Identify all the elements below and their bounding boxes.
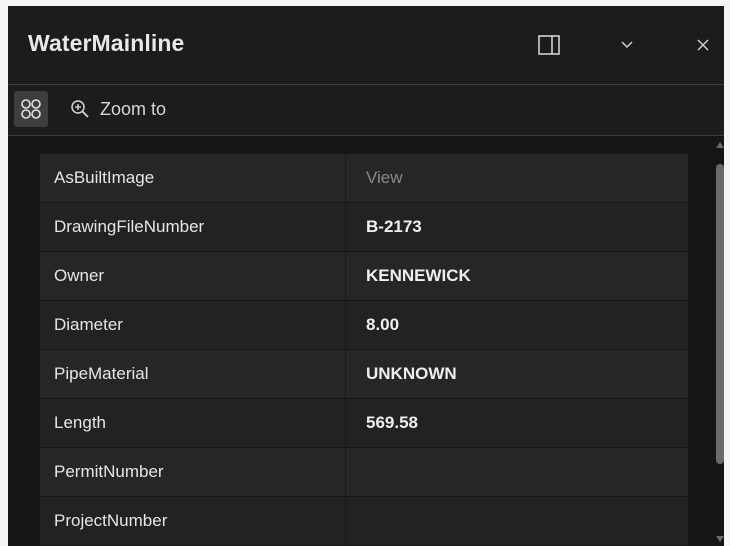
dock-panel-icon — [538, 35, 560, 55]
attribute-value: 8.00 — [366, 315, 400, 334]
scroll-down-icon[interactable] — [716, 536, 724, 542]
attribute-key: Diameter — [40, 301, 346, 349]
table-row: ProjectNumber — [40, 497, 688, 546]
close-icon — [697, 39, 709, 51]
attribute-value: B-2173 — [366, 217, 422, 236]
attribute-key: PermitNumber — [40, 448, 346, 496]
attribute-key: AsBuiltImage — [40, 154, 346, 202]
attribute-value: KENNEWICK — [366, 266, 471, 285]
attribute-key: Owner — [40, 252, 346, 300]
vertical-scrollbar[interactable] — [716, 142, 724, 546]
table-row: Diameter 8.00 — [40, 301, 688, 350]
chevron-down-icon — [621, 41, 633, 49]
table-row: Length 569.58 — [40, 399, 688, 448]
attribute-key: ProjectNumber — [40, 497, 346, 545]
zoom-to-label: Zoom to — [100, 98, 167, 119]
zoom-to-button[interactable]: Zoom to — [70, 96, 166, 122]
attribute-key: Length — [40, 399, 346, 447]
options-button[interactable] — [14, 91, 48, 127]
view-image-link[interactable]: View — [346, 154, 688, 202]
popup-toolbar: Zoom to — [8, 85, 724, 136]
feature-popup: WaterMainline Zoom to AsBuiltImage View … — [8, 6, 724, 546]
attribute-table: AsBuiltImage View DrawingFileNumber B-21… — [40, 154, 688, 546]
attribute-content: AsBuiltImage View DrawingFileNumber B-21… — [8, 136, 724, 546]
table-row: PermitNumber — [40, 448, 688, 497]
scroll-up-icon[interactable] — [716, 142, 724, 148]
popup-header: WaterMainline — [8, 6, 724, 85]
dock-button[interactable] — [532, 28, 566, 62]
table-row: PipeMaterial UNKNOWN — [40, 350, 688, 399]
table-row: DrawingFileNumber B-2173 — [40, 203, 688, 252]
attribute-value: UNKNOWN — [366, 364, 457, 383]
table-row: AsBuiltImage View — [40, 154, 688, 203]
attribute-value: 569.58 — [366, 413, 418, 432]
table-row: Owner KENNEWICK — [40, 252, 688, 301]
scrollbar-thumb[interactable] — [716, 164, 724, 464]
zoom-in-icon — [71, 100, 89, 118]
attribute-key: DrawingFileNumber — [40, 203, 346, 251]
grid-options-icon — [21, 99, 41, 119]
close-button[interactable] — [686, 28, 720, 62]
collapse-button[interactable] — [610, 28, 644, 62]
attribute-value — [346, 448, 688, 496]
attribute-value — [346, 497, 688, 545]
attribute-key: PipeMaterial — [40, 350, 346, 398]
popup-title: WaterMainline — [28, 30, 185, 56]
